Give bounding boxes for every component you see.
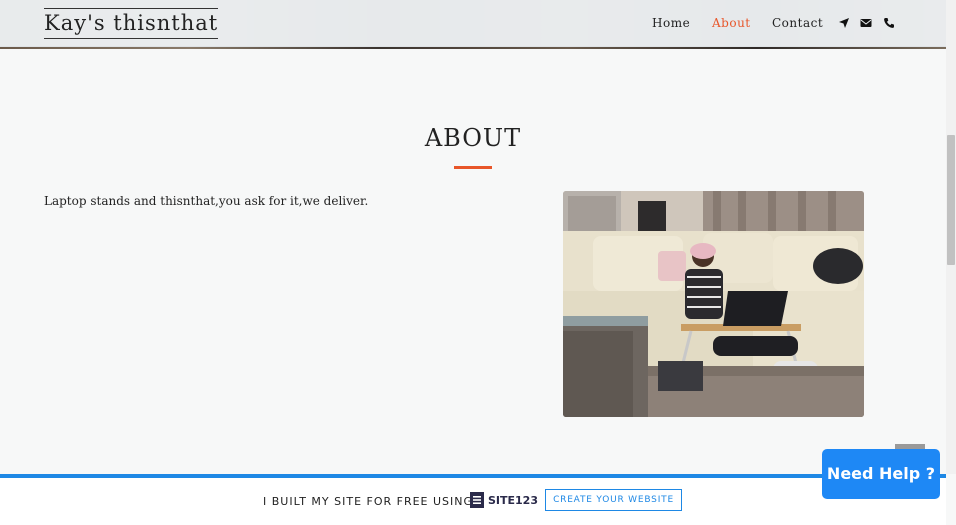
about-title: ABOUT [424, 124, 522, 152]
site123-brand: SITE123 [488, 494, 538, 507]
nav-contact[interactable]: Contact [772, 16, 823, 30]
site-logo[interactable]: Kay's thisnthat [44, 8, 219, 39]
create-website-button[interactable]: CREATE YOUR WEBSITE [545, 489, 682, 511]
envelope-icon[interactable] [860, 17, 872, 29]
site-header: Kay's thisnthat Home About Contact [0, 0, 946, 47]
photo-woman-laptop-illustration [563, 191, 864, 417]
phone-icon[interactable] [883, 17, 895, 29]
need-help-button[interactable]: Need Help ? [822, 449, 940, 499]
site123-logo-icon [470, 492, 484, 508]
nav-about[interactable]: About [712, 16, 751, 30]
title-underline [454, 166, 492, 169]
nav-home[interactable]: Home [652, 16, 690, 30]
site123-footer-bar: I BUILT MY SITE FOR FREE USING SITE123 C… [0, 474, 946, 525]
location-arrow-icon[interactable] [838, 17, 850, 29]
page-scrollbar[interactable] [946, 0, 956, 474]
footer-built-text: I BUILT MY SITE FOR FREE USING [263, 495, 474, 508]
about-photo [563, 191, 864, 417]
scrollbar-thumb[interactable] [947, 135, 955, 265]
about-description: Laptop stands and thisnthat,you ask for … [44, 194, 369, 208]
